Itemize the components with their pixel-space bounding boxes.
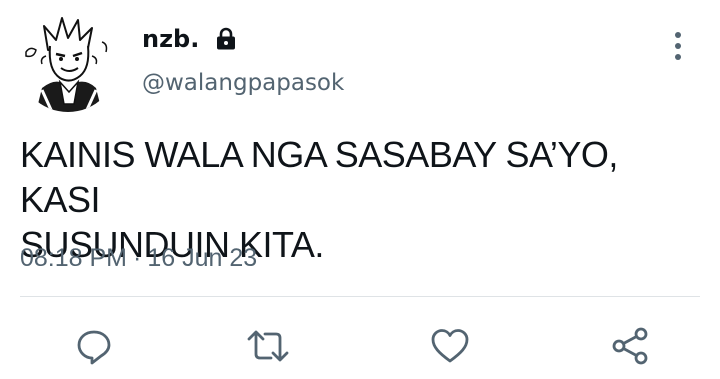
- share-button[interactable]: [606, 322, 654, 370]
- lock-icon: [213, 26, 239, 52]
- tweet-header: nzb. @walangpapasok: [142, 22, 344, 96]
- tweet-card: nzb. @walangpapasok KAINIS WALA NGA SASA…: [0, 0, 720, 379]
- retweet-icon: [247, 330, 289, 362]
- display-name[interactable]: nzb.: [142, 25, 199, 53]
- share-icon: [612, 327, 648, 365]
- retweet-button[interactable]: [244, 322, 292, 370]
- divider: [20, 296, 700, 297]
- reply-button[interactable]: [70, 322, 118, 370]
- tweet-date: 16 Jun 23: [147, 244, 258, 272]
- like-button[interactable]: [426, 322, 474, 370]
- more-vertical-icon[interactable]: [664, 26, 692, 66]
- reply-icon: [77, 330, 111, 365]
- action-bar: [0, 322, 720, 372]
- tweet-timestamp[interactable]: 08:18 PM · 16 Jun 23: [20, 244, 257, 273]
- meta-separator: ·: [133, 244, 142, 272]
- avatar[interactable]: [18, 12, 118, 112]
- like-heart-icon: [431, 329, 469, 363]
- tweet-time: 08:18 PM: [20, 244, 128, 272]
- handle[interactable]: @walangpapasok: [142, 70, 344, 96]
- name-row: nzb.: [142, 22, 239, 56]
- avatar-image: [18, 12, 118, 112]
